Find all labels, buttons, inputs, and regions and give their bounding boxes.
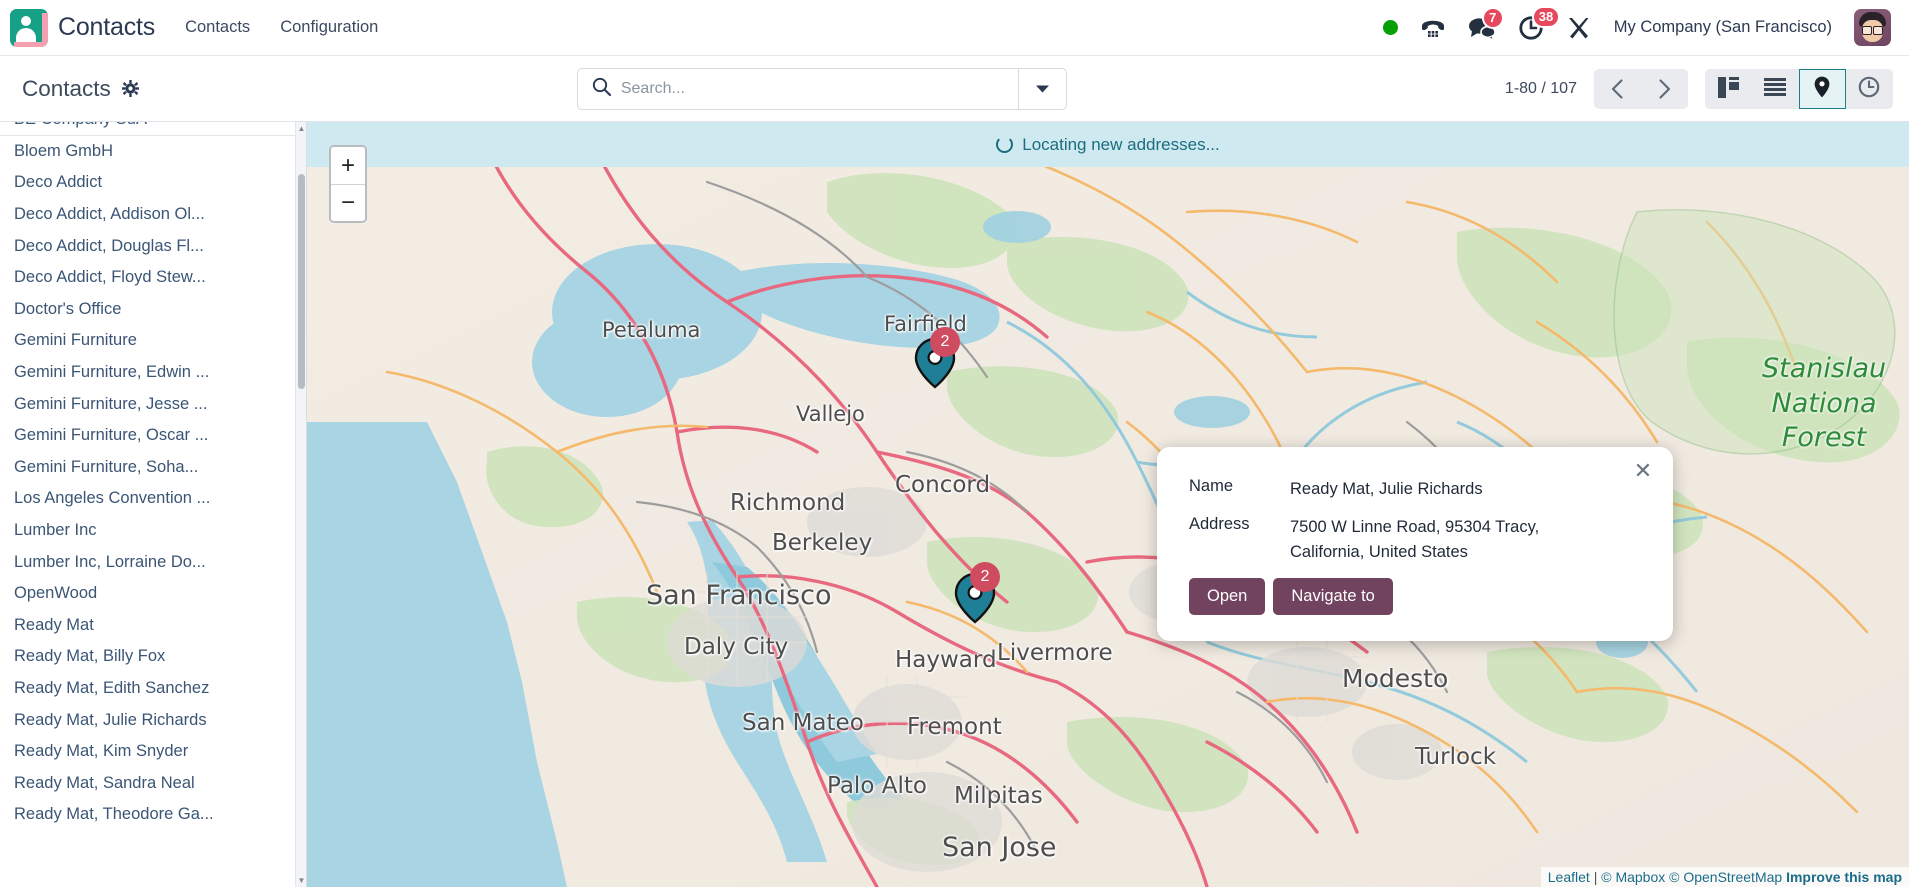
locating-banner-text: Locating new addresses... (1022, 135, 1220, 155)
page-title: Contacts (22, 76, 111, 102)
map-zoom-in-button[interactable]: + (331, 147, 365, 184)
contacts-app-icon[interactable] (10, 9, 48, 47)
mapbox-link[interactable]: © Mapbox (1601, 869, 1665, 885)
chat-bubble-icon[interactable]: 7 (1468, 16, 1496, 40)
map-zoom-controls: + − (329, 145, 367, 223)
activity-clock-view-icon (1858, 76, 1880, 101)
contacts-sidebar: BE Company SuABloem GmbHDeco AddictDeco … (0, 122, 307, 887)
popup-name-row: Name Ready Mat, Julie Richards (1189, 477, 1641, 501)
contact-list-item[interactable]: Ready Mat, Billy Fox (0, 641, 306, 673)
contact-list-item[interactable]: Ready Mat, Edith Sanchez (0, 673, 306, 705)
contact-list-item[interactable]: Gemini Furniture, Edwin ... (0, 357, 306, 389)
contact-list-item[interactable]: BE Company SuA (0, 122, 306, 136)
leaflet-link[interactable]: Leaflet (1548, 869, 1590, 885)
gear-icon[interactable] (122, 80, 139, 97)
menu-item-configuration[interactable]: Configuration (278, 14, 380, 41)
view-switcher-map[interactable] (1799, 69, 1846, 109)
search-input-area[interactable] (578, 69, 1018, 109)
phone-dialpad-icon[interactable] (1420, 17, 1446, 39)
popup-name-label: Name (1189, 477, 1290, 501)
openstreetmap-link[interactable]: © OpenStreetMap (1669, 869, 1782, 885)
top-navbar: Contacts Contacts Configuration (0, 0, 1909, 56)
pager-value: 1-80 / 107 (1505, 80, 1577, 98)
user-avatar[interactable] (1854, 9, 1891, 46)
view-switcher-activity[interactable] (1846, 69, 1893, 109)
control-panel: Contacts (0, 56, 1909, 122)
marker-count-badge: 2 (970, 562, 1000, 592)
open-button[interactable]: Open (1189, 578, 1265, 615)
popup-address-row: Address 7500 W Linne Road, 95304 Tracy, … (1189, 515, 1641, 564)
popup-address-label: Address (1189, 515, 1290, 564)
map-zoom-out-button[interactable]: − (331, 184, 365, 221)
contact-list-item[interactable]: Ready Mat, Theodore Ga... (0, 799, 306, 831)
loading-spinner-icon (996, 136, 1013, 153)
map-view[interactable]: PetalumaFairfieldVallejoRichmondConcordB… (307, 122, 1909, 887)
tools-wrench-icon[interactable] (1566, 16, 1592, 40)
kanban-view-icon (1718, 77, 1739, 101)
contact-list-item[interactable]: Ready Mat, Sandra Neal (0, 767, 306, 799)
list-view-icon (1764, 78, 1786, 99)
navigate-to-button[interactable]: Navigate to (1273, 578, 1392, 615)
messages-count-badge: 7 (1482, 7, 1504, 29)
sidebar-scrollbar[interactable]: ▲ ▼ (295, 122, 306, 887)
navbar-systray: 7 38 My Company (San Francisco) (1383, 9, 1891, 46)
presence-dot-icon[interactable] (1383, 20, 1398, 35)
contact-list-item[interactable]: Ready Mat, Julie Richards (0, 704, 306, 736)
attribution-separator: | (1594, 869, 1598, 885)
marker-count-badge: 2 (930, 327, 960, 357)
marker-popup: ✕ Name Ready Mat, Julie Richards Address… (1157, 447, 1673, 641)
menu-item-contacts[interactable]: Contacts (183, 14, 252, 41)
pager-next-button[interactable] (1641, 69, 1688, 109)
contact-list-item[interactable]: Gemini Furniture, Soha... (0, 452, 306, 484)
marker-fremont[interactable]: 2 (952, 562, 998, 624)
contact-list-item[interactable]: Deco Addict, Douglas Fl... (0, 230, 306, 262)
contact-list-item[interactable]: Bloem GmbH (0, 136, 306, 168)
view-switcher-list[interactable] (1752, 69, 1799, 109)
popup-actions: Open Navigate to (1189, 578, 1641, 615)
popup-address-value: 7500 W Linne Road, 95304 Tracy, Californ… (1290, 515, 1610, 564)
contact-list-item[interactable]: Deco Addict, Addison Ol... (0, 199, 306, 231)
pager-previous-button[interactable] (1594, 69, 1641, 109)
locating-addresses-banner: Locating new addresses... (307, 122, 1909, 167)
contact-list-item[interactable]: Doctor's Office (0, 294, 306, 326)
activities-count-badge: 38 (1532, 6, 1560, 28)
company-selector[interactable]: My Company (San Francisco) (1614, 18, 1832, 37)
main-content: BE Company SuABloem GmbHDeco AddictDeco … (0, 122, 1909, 887)
pager-buttons (1594, 69, 1688, 109)
contact-list-item[interactable]: Ready Mat, Kim Snyder (0, 736, 306, 768)
contacts-list[interactable]: BE Company SuABloem GmbHDeco AddictDeco … (0, 122, 306, 887)
contact-list-item[interactable]: Ready Mat (0, 610, 306, 642)
contact-list-item[interactable]: Gemini Furniture, Jesse ... (0, 388, 306, 420)
contact-list-item[interactable]: Deco Addict, Floyd Stew... (0, 262, 306, 294)
search-view (577, 68, 1067, 110)
contact-list-item[interactable]: Deco Addict (0, 167, 306, 199)
improve-map-link[interactable]: Improve this map (1786, 869, 1902, 885)
search-icon (592, 77, 611, 101)
marker-concord[interactable]: 2 (912, 327, 958, 389)
contact-list-item[interactable]: Los Angeles Convention ... (0, 483, 306, 515)
contact-list-item[interactable]: OpenWood (0, 578, 306, 610)
scroll-down-arrow-icon[interactable]: ▼ (296, 874, 307, 887)
sidebar-divider (0, 135, 306, 136)
breadcrumb: Contacts (22, 76, 139, 102)
contact-list-item[interactable]: Gemini Furniture, Oscar ... (0, 420, 306, 452)
popup-name-value: Ready Mat, Julie Richards (1290, 477, 1483, 501)
scroll-up-arrow-icon[interactable]: ▲ (296, 122, 307, 135)
clock-activity-icon[interactable]: 38 (1518, 15, 1544, 41)
map-attribution: Leaflet | © Mapbox © OpenStreetMap Impro… (1541, 867, 1909, 887)
control-panel-right: 1-80 / 107 (1505, 69, 1893, 109)
search-input[interactable] (621, 80, 1004, 98)
contact-list-item[interactable]: Lumber Inc (0, 515, 306, 547)
scrollbar-thumb[interactable] (298, 174, 305, 389)
view-switcher (1705, 69, 1893, 109)
contact-list-item[interactable]: Lumber Inc, Lorraine Do... (0, 546, 306, 578)
app-title: Contacts (58, 13, 155, 42)
close-icon[interactable]: ✕ (1629, 457, 1657, 485)
search-dropdown-toggle[interactable] (1018, 69, 1066, 109)
contact-list-item[interactable]: Gemini Furniture (0, 325, 306, 357)
main-menu: Contacts Configuration (183, 14, 380, 41)
map-pin-view-icon (1814, 76, 1830, 101)
view-switcher-kanban[interactable] (1705, 69, 1752, 109)
